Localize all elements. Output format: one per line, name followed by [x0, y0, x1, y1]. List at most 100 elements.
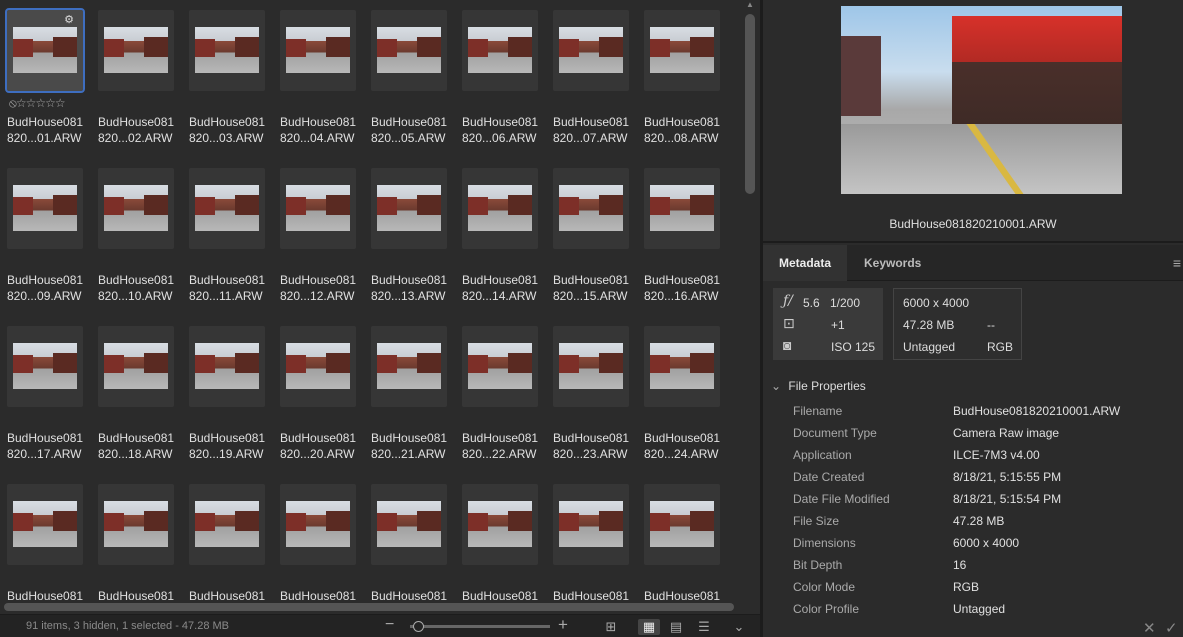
thumbnail-size-slider[interactable]: [410, 625, 550, 628]
vertical-scrollbar[interactable]: ▲: [742, 0, 760, 614]
thumbnail-label[interactable]: BudHouse081 820...04.ARW: [280, 114, 370, 146]
thumbnail-item[interactable]: BudHouse081 820...15.ARW: [546, 158, 637, 316]
thumbnail-label[interactable]: BudHouse081 820...03.ARW: [189, 114, 279, 146]
thumbnail-item[interactable]: BudHouse081 820...06.ARW: [455, 0, 546, 158]
thumbnail-frame[interactable]: [280, 326, 356, 407]
thumbnail-label[interactable]: BudHouse081 820...09.ARW: [7, 272, 97, 304]
thumbnail-item[interactable]: BudHouse081 820...08.ARW: [637, 0, 728, 158]
thumbnail-image[interactable]: [650, 343, 714, 389]
thumbnail-frame[interactable]: [98, 326, 174, 407]
apply-icon[interactable]: ✓: [1165, 619, 1178, 637]
thumbnail-image[interactable]: [13, 501, 77, 547]
thumbnail-label[interactable]: BudHouse081 820...06.ARW: [462, 114, 552, 146]
thumbnail-item[interactable]: BudHouse081 820...02.ARW: [91, 0, 182, 158]
thumbnail-frame[interactable]: [553, 10, 629, 91]
thumbnail-frame[interactable]: [553, 168, 629, 249]
thumbnail-image[interactable]: [468, 185, 532, 231]
thumbnail-frame[interactable]: [189, 10, 265, 91]
thumbnail-item[interactable]: BudHouse081 820...04.ARW: [273, 0, 364, 158]
view-thumbnails-icon[interactable]: ▦: [638, 619, 660, 635]
horizontal-scrollbar[interactable]: [0, 600, 742, 614]
thumbnail-item[interactable]: BudHouse081 820...17.ARW: [0, 316, 91, 474]
thumbnail-image[interactable]: [195, 27, 259, 73]
thumbnail-frame[interactable]: [371, 326, 447, 407]
view-details-icon[interactable]: ▤: [665, 619, 687, 635]
thumbnail-item[interactable]: BudHouse081 820...05.ARW: [364, 0, 455, 158]
thumbnail-item[interactable]: BudHouse081: [364, 474, 455, 614]
thumbnail-frame[interactable]: [98, 484, 174, 565]
thumbnail-item[interactable]: BudHouse081: [273, 474, 364, 614]
thumbnail-image[interactable]: [286, 185, 350, 231]
thumbnail-item[interactable]: ⦸☆☆☆☆☆ ⚙ BudHouse081 820...01.ARW: [0, 0, 91, 158]
thumbnail-frame[interactable]: [462, 168, 538, 249]
thumbnail-image[interactable]: [104, 185, 168, 231]
thumbnail-image[interactable]: [286, 501, 350, 547]
thumbnail-image[interactable]: [104, 343, 168, 389]
thumbnail-item[interactable]: BudHouse081 820...13.ARW: [364, 158, 455, 316]
thumbnail-label[interactable]: BudHouse081 820...01.ARW: [7, 114, 97, 146]
thumbnail-item[interactable]: BudHouse081 820...22.ARW: [455, 316, 546, 474]
thumbnail-frame[interactable]: [371, 484, 447, 565]
thumbnail-image[interactable]: [13, 27, 77, 73]
thumbnail-frame[interactable]: [371, 10, 447, 91]
thumbnail-frame[interactable]: [189, 168, 265, 249]
star-rating[interactable]: ⦸☆☆☆☆☆: [9, 96, 66, 111]
thumbnail-label[interactable]: BudHouse081 820...07.ARW: [553, 114, 643, 146]
thumbnail-label[interactable]: BudHouse081 820...13.ARW: [371, 272, 461, 304]
thumbnail-item[interactable]: BudHouse081: [182, 474, 273, 614]
thumbnail-label[interactable]: BudHouse081 820...02.ARW: [98, 114, 188, 146]
thumbnail-image[interactable]: [377, 185, 441, 231]
thumbnail-image[interactable]: [559, 343, 623, 389]
thumbnail-frame[interactable]: [7, 484, 83, 565]
edit-settings-icon[interactable]: ⚙: [61, 13, 77, 27]
thumbnail-image[interactable]: [559, 501, 623, 547]
thumbnail-item[interactable]: BudHouse081 820...03.ARW: [182, 0, 273, 158]
thumbnail-frame[interactable]: [7, 168, 83, 249]
panel-menu-icon[interactable]: ≡: [1173, 255, 1181, 271]
thumbnail-image[interactable]: [377, 501, 441, 547]
thumbnail-frame[interactable]: [280, 168, 356, 249]
thumbnail-image[interactable]: [377, 27, 441, 73]
thumbnail-frame[interactable]: [371, 168, 447, 249]
thumbnail-frame[interactable]: ⚙: [5, 8, 85, 93]
thumbnail-frame[interactable]: [189, 484, 265, 565]
vertical-scroll-thumb[interactable]: [745, 14, 755, 194]
thumbnail-label[interactable]: BudHouse081 820...23.ARW: [553, 430, 643, 462]
thumbnail-label[interactable]: BudHouse081 820...05.ARW: [371, 114, 461, 146]
cancel-icon[interactable]: ✕: [1143, 619, 1156, 637]
thumbnail-image[interactable]: [104, 27, 168, 73]
view-list-icon[interactable]: ☰: [693, 619, 715, 635]
thumbnail-item[interactable]: BudHouse081 820...09.ARW: [0, 158, 91, 316]
thumbnail-label[interactable]: BudHouse081 820...10.ARW: [98, 272, 188, 304]
thumbnail-item[interactable]: BudHouse081 820...24.ARW: [637, 316, 728, 474]
thumbnail-item[interactable]: BudHouse081: [546, 474, 637, 614]
zoom-in-icon[interactable]: +: [558, 615, 568, 635]
tab-keywords[interactable]: Keywords: [848, 245, 937, 281]
horizontal-scroll-thumb[interactable]: [4, 603, 734, 611]
view-options-chevron-icon[interactable]: ⌄: [728, 619, 750, 635]
thumbnail-item[interactable]: BudHouse081: [637, 474, 728, 614]
thumbnail-image[interactable]: [195, 185, 259, 231]
file-properties-header[interactable]: ⌄ File Properties: [771, 379, 866, 393]
thumbnail-image[interactable]: [104, 501, 168, 547]
thumbnail-item[interactable]: BudHouse081 820...16.ARW: [637, 158, 728, 316]
thumbnail-image[interactable]: [377, 343, 441, 389]
thumbnail-frame[interactable]: [462, 484, 538, 565]
thumbnail-label[interactable]: BudHouse081 820...18.ARW: [98, 430, 188, 462]
thumbnail-image[interactable]: [468, 27, 532, 73]
thumbnail-image[interactable]: [286, 343, 350, 389]
thumbnail-item[interactable]: BudHouse081 820...14.ARW: [455, 158, 546, 316]
thumbnail-image[interactable]: [559, 27, 623, 73]
thumbnail-image[interactable]: [13, 343, 77, 389]
thumbnail-image[interactable]: [286, 27, 350, 73]
thumbnail-image[interactable]: [559, 185, 623, 231]
thumbnail-frame[interactable]: [553, 484, 629, 565]
thumbnail-item[interactable]: BudHouse081 820...19.ARW: [182, 316, 273, 474]
thumbnail-frame[interactable]: [644, 168, 720, 249]
thumbnail-frame[interactable]: [98, 168, 174, 249]
thumbnail-image[interactable]: [650, 185, 714, 231]
thumbnail-label[interactable]: BudHouse081 820...15.ARW: [553, 272, 643, 304]
thumbnail-label[interactable]: BudHouse081 820...14.ARW: [462, 272, 552, 304]
lock-grid-icon[interactable]: ⊞: [600, 619, 622, 635]
thumbnail-image[interactable]: [13, 185, 77, 231]
